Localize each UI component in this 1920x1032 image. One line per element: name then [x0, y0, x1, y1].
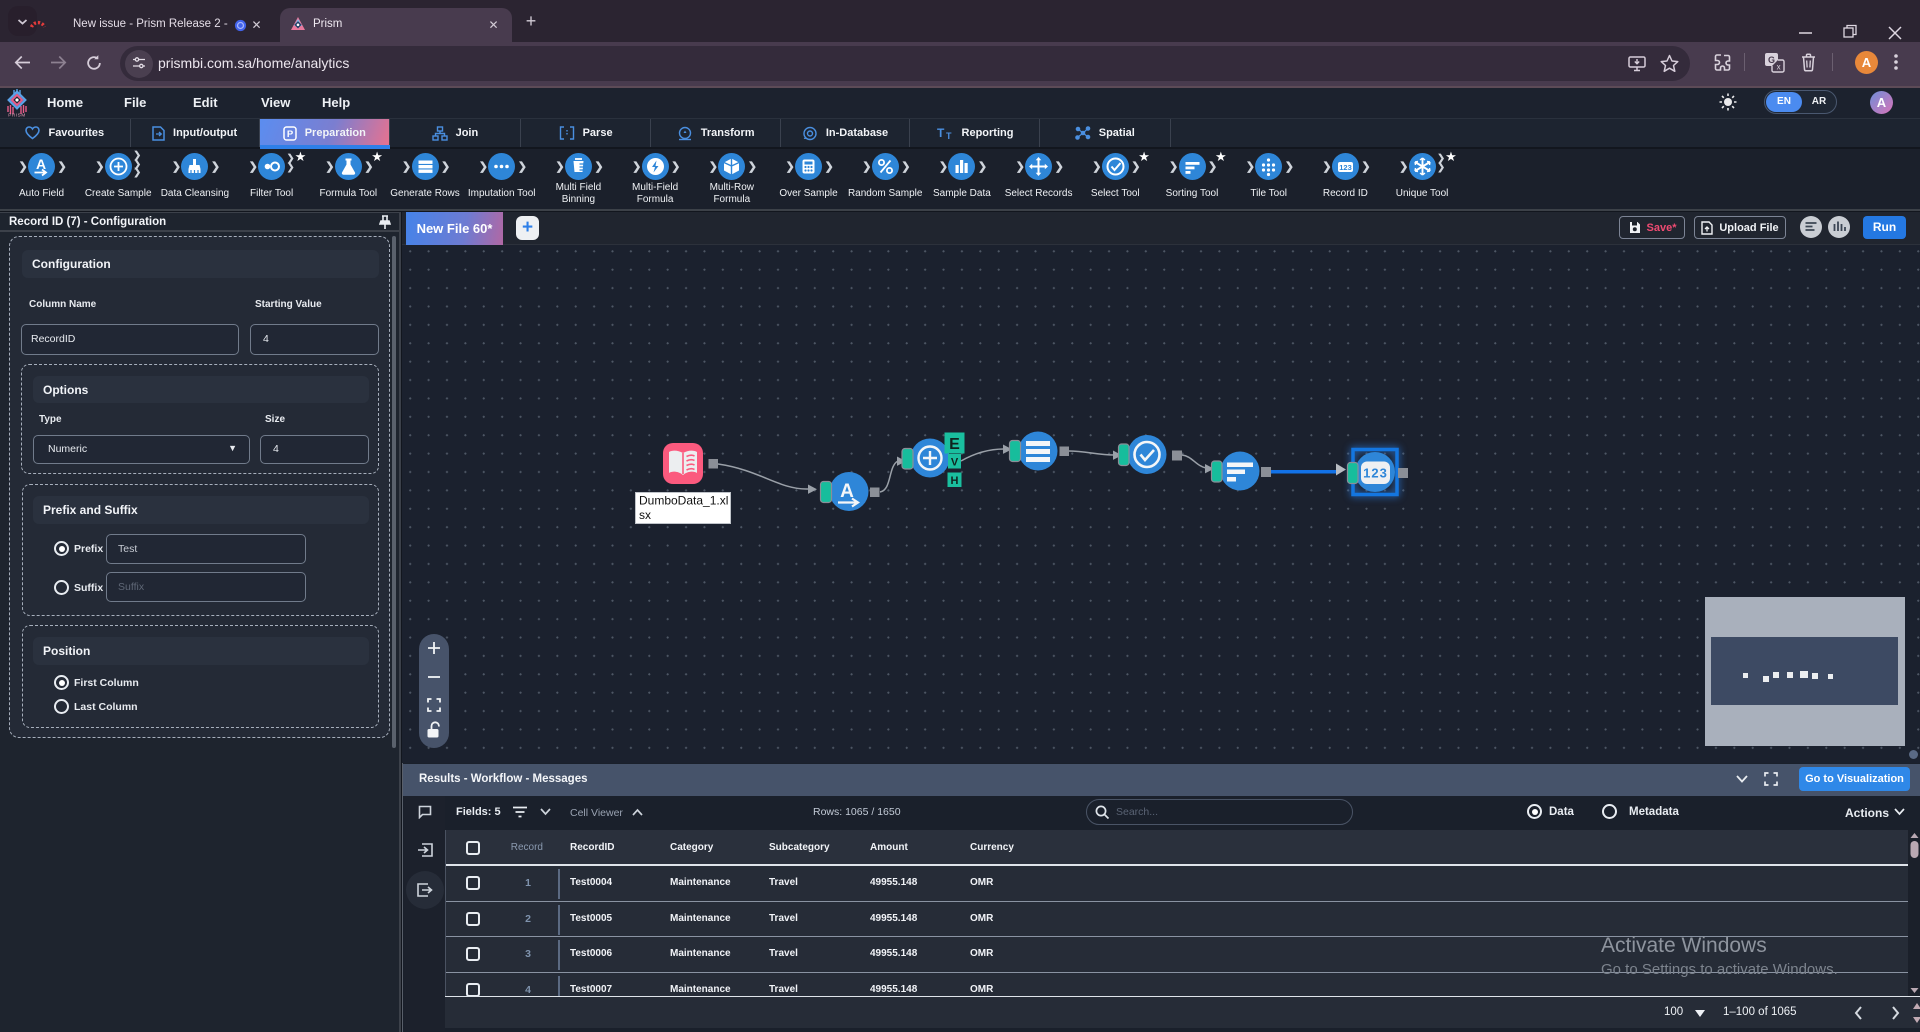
svg-text:T: T: [946, 131, 952, 140]
svg-text:V: V: [951, 457, 959, 469]
svg-text:E: E: [949, 436, 960, 453]
svg-text:DumboData_1.xl: DumboData_1.xl: [639, 494, 728, 508]
svg-text:A: A: [36, 156, 46, 172]
svg-text:sx: sx: [639, 508, 651, 522]
svg-text:P: P: [287, 129, 294, 140]
svg-text:x: x: [1777, 63, 1781, 72]
svg-text:T: T: [937, 126, 945, 140]
svg-text:PRISM: PRISM: [8, 113, 26, 118]
svg-text:123: 123: [1363, 466, 1388, 481]
svg-text:H: H: [951, 475, 959, 487]
svg-text:G: G: [1768, 55, 1775, 65]
svg-text:123: 123: [1339, 163, 1352, 172]
